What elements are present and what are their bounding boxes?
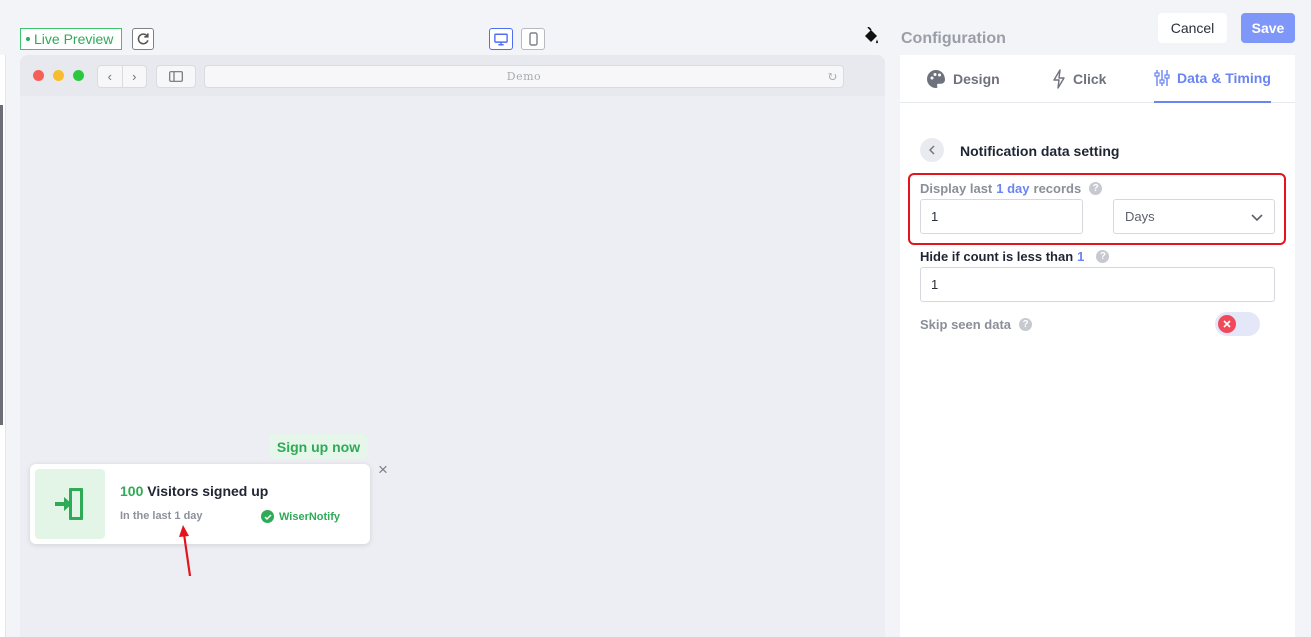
- help-icon[interactable]: ?: [1096, 250, 1110, 263]
- desktop-icon: [494, 33, 508, 45]
- check-icon: [261, 510, 274, 523]
- sign-in-icon: [55, 488, 83, 520]
- refresh-icon: [137, 33, 149, 45]
- close-icon[interactable]: ×: [378, 461, 388, 478]
- notification-title: 100 Visitors signed up: [120, 483, 268, 499]
- refresh-button[interactable]: [132, 28, 154, 50]
- help-icon[interactable]: ?: [1089, 182, 1103, 195]
- configuration-panel: Design Click Data & Timing Notification …: [900, 55, 1295, 637]
- notification-subtitle: In the last 1 day: [120, 510, 203, 522]
- forward-icon[interactable]: ›: [123, 66, 147, 87]
- help-icon[interactable]: ?: [1019, 318, 1033, 331]
- chevron-down-icon: [1251, 214, 1263, 222]
- brand-badge[interactable]: WiserNotify: [261, 510, 340, 523]
- panel-title: Configuration: [901, 30, 1006, 47]
- mobile-view-button[interactable]: [521, 28, 545, 50]
- browser-toolbar: ‹ › Demo ↻: [20, 55, 885, 96]
- sidebar-icon: [169, 71, 183, 82]
- reload-icon[interactable]: ↻: [827, 70, 838, 85]
- back-icon[interactable]: ‹: [98, 66, 123, 87]
- browser-preview-frame: ‹ › Demo ↻: [20, 55, 885, 637]
- time-unit-value: Days: [1125, 209, 1155, 224]
- display-last-suffix: records: [1033, 181, 1082, 196]
- tab-click[interactable]: Click: [1052, 55, 1106, 103]
- palette-icon: [927, 70, 945, 88]
- time-unit-select[interactable]: Days: [1113, 199, 1275, 234]
- hide-if-count-input[interactable]: [920, 267, 1275, 302]
- paint-bucket-icon[interactable]: [862, 26, 880, 45]
- back-button[interactable]: [920, 138, 944, 162]
- skip-seen-toggle[interactable]: [1215, 312, 1260, 336]
- display-last-label: Display last 1 day records ?: [920, 181, 1103, 196]
- tab-click-label: Click: [1073, 71, 1107, 87]
- annotation-arrow-icon: [179, 525, 192, 577]
- address-bar[interactable]: Demo ↻: [204, 65, 844, 88]
- visitor-count: 100: [120, 483, 144, 499]
- save-button[interactable]: Save: [1241, 13, 1295, 43]
- desktop-view-button[interactable]: [489, 28, 513, 50]
- sidebar-toggle-button[interactable]: [156, 65, 196, 88]
- toggle-off-icon: [1218, 315, 1236, 333]
- close-window-dot: [33, 70, 44, 81]
- display-last-accent: 1 day: [996, 181, 1030, 196]
- maximize-window-dot: [73, 70, 84, 81]
- left-panel-edge: [0, 55, 6, 637]
- live-preview-badge: Live Preview: [20, 28, 122, 50]
- status-dot-icon: [26, 37, 30, 41]
- config-tabs: Design Click Data & Timing: [900, 55, 1295, 103]
- hide-if-text: Hide if count is less than: [920, 249, 1074, 264]
- browser-nav-buttons: ‹ ›: [97, 65, 147, 88]
- notification-message: Visitors signed up: [147, 483, 269, 499]
- hide-if-accent: 1: [1077, 249, 1085, 264]
- tab-data-timing-label: Data & Timing: [1177, 70, 1271, 86]
- minimize-window-dot: [53, 70, 64, 81]
- lightning-icon: [1053, 69, 1065, 89]
- display-last-input[interactable]: [920, 199, 1083, 234]
- display-last-prefix: Display last: [920, 181, 993, 196]
- cta-button[interactable]: Sign up now: [269, 434, 368, 459]
- tab-data-timing[interactable]: Data & Timing: [1154, 55, 1271, 103]
- address-text: Demo: [506, 70, 542, 83]
- notification-image: [35, 469, 105, 539]
- mobile-icon: [528, 32, 538, 46]
- sliders-icon: [1154, 70, 1170, 86]
- brand-name: WiserNotify: [279, 510, 341, 523]
- notification-popup[interactable]: 100 Visitors signed up In the last 1 day…: [30, 464, 370, 544]
- chevron-left-icon: [929, 145, 935, 155]
- skip-seen-label: Skip seen data ?: [920, 317, 1033, 332]
- skip-seen-text: Skip seen data: [920, 317, 1012, 332]
- tab-design-label: Design: [953, 71, 1000, 87]
- section-title: Notification data setting: [960, 143, 1120, 159]
- hide-if-label: Hide if count is less than 1 ?: [920, 249, 1110, 264]
- tab-design[interactable]: Design: [926, 55, 1000, 103]
- scrollbar[interactable]: [0, 105, 3, 425]
- live-preview-label: Live Preview: [34, 31, 114, 47]
- cancel-button[interactable]: Cancel: [1158, 13, 1227, 43]
